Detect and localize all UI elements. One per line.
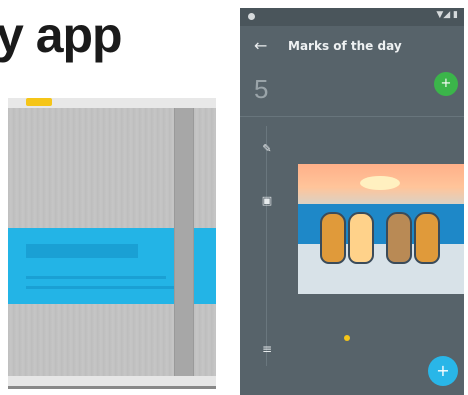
notebook-label-line [26, 286, 176, 289]
divider [240, 116, 464, 117]
list-icon[interactable]: ≡ [260, 342, 274, 356]
beach-photo[interactable] [298, 164, 464, 294]
notebook-illustration [8, 98, 216, 389]
photo-icon[interactable]: ▣ [260, 194, 274, 208]
day-number: 5 [254, 74, 269, 104]
notebook-shadow [8, 386, 216, 389]
rating-dot [344, 335, 350, 341]
notebook-label-line [26, 276, 166, 279]
phone-screen: ▼◢ ▮ ← Marks of the day 5 + ✎ ▣ ≡ + [240, 8, 464, 395]
flip-flop [414, 212, 440, 264]
app-bar: ← Marks of the day [240, 26, 464, 66]
notebook-elastic-strap [174, 108, 194, 386]
pencil-icon[interactable]: ✎ [260, 142, 274, 156]
notebook-bookmark-tab [26, 98, 52, 106]
photo-sun [360, 176, 400, 190]
status-bar: ▼◢ ▮ [240, 8, 464, 26]
add-entry-button[interactable]: + [428, 356, 458, 386]
day-header: 5 [240, 70, 464, 114]
flip-flop [386, 212, 412, 264]
flip-flop [320, 212, 346, 264]
timeline-line [266, 126, 267, 366]
notification-icon [248, 13, 255, 20]
status-icons: ▼◢ ▮ [436, 10, 458, 20]
arrow-left-icon[interactable]: ← [254, 36, 267, 55]
add-button[interactable]: + [434, 72, 458, 96]
notebook-bottom-edge [8, 376, 216, 386]
flip-flop [348, 212, 374, 264]
screen-title: Marks of the day [288, 39, 402, 53]
notebook-label-title-block [26, 244, 138, 258]
page-title: y app [0, 7, 123, 63]
